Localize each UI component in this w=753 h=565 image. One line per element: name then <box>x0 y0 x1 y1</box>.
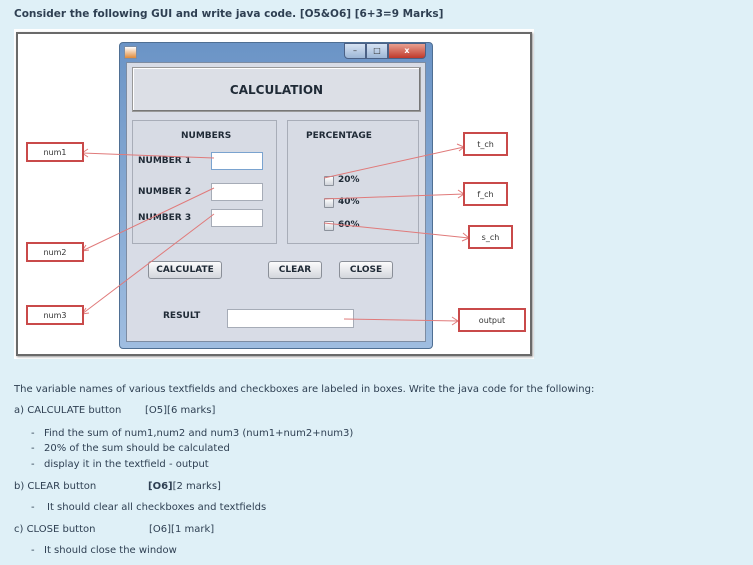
f_ch-checkbox[interactable] <box>324 198 334 208</box>
percentage-panel: PERCENTAGE 20% 40% 60% <box>287 120 419 244</box>
close-button[interactable]: CLOSE <box>339 261 393 279</box>
part-b-bullet-1: It should clear all checkboxes and textf… <box>47 502 267 513</box>
part-b-marks-bold: [O6] <box>148 481 173 492</box>
part-b-marks: [2 marks] <box>172 481 221 492</box>
instructions-intro: The variable names of various textfields… <box>14 384 595 395</box>
part-a-bullet-2: 20% of the sum should be calculated <box>44 443 230 454</box>
calculation-banner: CALCULATION <box>132 67 421 112</box>
num3-tag: num3 <box>26 305 84 325</box>
question-title: Consider the following GUI and write jav… <box>14 8 444 20</box>
output-textfield[interactable] <box>227 309 354 328</box>
number3-label: NUMBER 3 <box>138 213 192 223</box>
java-window: – □ x CALCULATION NUMBERS NUMBER 1 NUMBE… <box>119 42 433 349</box>
result-label: RESULT <box>163 311 201 321</box>
s_ch-checkbox[interactable] <box>324 221 334 231</box>
bullet-dash: - <box>31 545 35 556</box>
bullet-dash: - <box>31 459 35 470</box>
bullet-dash: - <box>31 428 35 439</box>
number2-label: NUMBER 2 <box>138 187 192 197</box>
part-c-title: c) CLOSE button <box>14 524 96 535</box>
percentage-heading: PERCENTAGE <box>306 131 372 141</box>
num1-textfield[interactable] <box>211 152 263 170</box>
output-tag: output <box>458 308 526 332</box>
t_ch-checkbox[interactable] <box>324 176 334 186</box>
window-client: CALCULATION NUMBERS NUMBER 1 NUMBER 2 NU… <box>126 62 426 342</box>
f_ch-tag: f_ch <box>463 182 508 206</box>
part-c-bullet-1: It should close the window <box>44 545 177 556</box>
part-a-marks: [O5][6 marks] <box>145 405 216 416</box>
bullet-dash: - <box>31 502 35 513</box>
num3-textfield[interactable] <box>211 209 263 227</box>
s_ch-tag: s_ch <box>468 225 513 249</box>
clear-button[interactable]: CLEAR <box>268 261 322 279</box>
minimize-button[interactable]: – <box>344 43 366 59</box>
number1-label: NUMBER 1 <box>138 156 192 166</box>
java-app-icon <box>124 46 137 59</box>
part-a-title: a) CALCULATE button <box>14 405 122 416</box>
gui-figure: – □ x CALCULATION NUMBERS NUMBER 1 NUMBE… <box>14 29 534 359</box>
checkbox-60-label: 60% <box>338 220 360 230</box>
t_ch-tag: t_ch <box>463 132 508 156</box>
checkbox-40-label: 40% <box>338 197 360 207</box>
checkbox-20-label: 20% <box>338 175 360 185</box>
calculate-button[interactable]: CALCULATE <box>148 261 222 279</box>
part-c-marks: [O6][1 mark] <box>149 524 215 535</box>
part-a-bullet-3: display it in the textfield - output <box>44 459 209 470</box>
num2-textfield[interactable] <box>211 183 263 201</box>
numbers-heading: NUMBERS <box>181 131 232 141</box>
title-bar: – □ x <box>120 43 432 62</box>
close-window-button[interactable]: x <box>388 43 426 59</box>
maximize-button[interactable]: □ <box>366 43 388 59</box>
numbers-panel: NUMBERS NUMBER 1 NUMBER 2 NUMBER 3 <box>132 120 277 244</box>
num2-tag: num2 <box>26 242 84 262</box>
num1-tag: num1 <box>26 142 84 162</box>
bullet-dash: - <box>31 443 35 454</box>
part-b-title: b) CLEAR button <box>14 481 97 492</box>
part-a-bullet-1: Find the sum of num1,num2 and num3 (num1… <box>44 428 354 439</box>
